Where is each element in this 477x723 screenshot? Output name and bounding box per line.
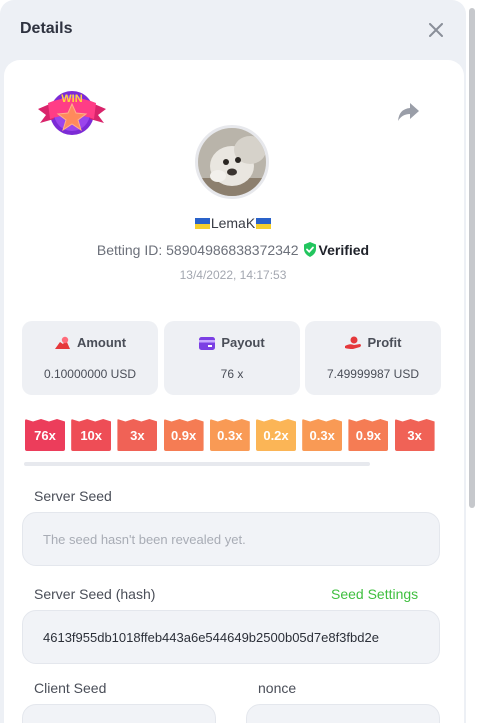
client-seed-label: Client Seed — [34, 680, 107, 696]
betting-id-label: Betting ID: — [96, 242, 163, 258]
multiplier-row[interactable]: 76x10x3x0.9x0.3x0.2x0.3x0.9x3x10x — [25, 419, 441, 453]
verified-label: Verified — [318, 242, 370, 258]
close-icon[interactable] — [426, 20, 446, 40]
bet-date: 13/4/2022, 14:17:53 — [179, 268, 287, 282]
win-badge: WIN — [36, 85, 108, 141]
multiplier-chip: 0.2x — [256, 419, 296, 451]
svg-text:WIN: WIN — [61, 93, 82, 105]
amount-value: 0.10000000 USD — [43, 367, 137, 381]
profit-label: Profit — [367, 335, 402, 350]
username: LemaK — [0, 215, 466, 231]
payout-label: Payout — [221, 335, 265, 350]
profit-value: 7.49999987 USD — [326, 367, 420, 381]
server-seed-hash-value: 4613f955db1018ffeb443a6e544649b2500b05d7… — [43, 629, 379, 645]
verified-shield-icon — [303, 242, 317, 260]
multiplier-chip: 0.3x — [209, 419, 250, 451]
seed-settings-link[interactable]: Seed Settings — [331, 586, 418, 602]
profit-hand-coin-icon — [344, 336, 361, 349]
payout-card: Payout 76 x — [164, 321, 300, 395]
multiplier-chip: 76x — [25, 419, 65, 451]
server-seed-placeholder: The seed hasn't been revealed yet. — [43, 531, 246, 547]
modal-header: Details — [0, 0, 466, 60]
amount-coins-icon — [54, 336, 70, 349]
ukraine-flag-icon — [256, 218, 272, 229]
server-seed-label: Server Seed — [34, 488, 112, 504]
ukraine-flag-icon — [194, 218, 210, 229]
details-modal: Details WIN LemaK Betting ID: 5890498683… — [0, 0, 466, 723]
betting-id-line: Betting ID: 58904986838372342 Verified — [0, 242, 466, 260]
username-text: LemaK — [210, 215, 256, 231]
multiplier-chip: 0.9x — [163, 419, 204, 451]
amount-label: Amount — [76, 335, 127, 350]
client-seed-field[interactable] — [22, 704, 216, 723]
multiplier-chip: 0.9x — [348, 419, 389, 451]
payout-value: 76 x — [220, 367, 244, 381]
share-icon[interactable] — [396, 100, 422, 124]
nonce-field[interactable] — [246, 704, 440, 723]
avatar — [195, 125, 269, 199]
betting-id-value: 58904986838372342 — [166, 242, 299, 258]
profit-card: Profit 7.49999987 USD — [305, 321, 441, 395]
scrollbar-thumb[interactable] — [469, 8, 475, 508]
server-seed-field[interactable]: The seed hasn't been revealed yet. — [22, 512, 440, 566]
payout-card-icon — [199, 337, 216, 350]
server-seed-hash-label: Server Seed (hash) — [34, 586, 156, 602]
multiplier-chip: 0.3x — [302, 419, 343, 451]
multiplier-chip: 3x — [117, 419, 158, 451]
page-scrollbar[interactable] — [467, 0, 477, 723]
nonce-label: nonce — [258, 680, 297, 696]
multiplier-scrollbar[interactable] — [24, 462, 370, 466]
multiplier-chip: 3x — [394, 419, 435, 451]
amount-card: Amount 0.10000000 USD — [22, 321, 158, 395]
modal-title: Details — [20, 20, 73, 37]
multiplier-chip: 10x — [71, 419, 112, 451]
server-seed-hash-field[interactable]: 4613f955db1018ffeb443a6e544649b2500b05d7… — [22, 610, 440, 664]
